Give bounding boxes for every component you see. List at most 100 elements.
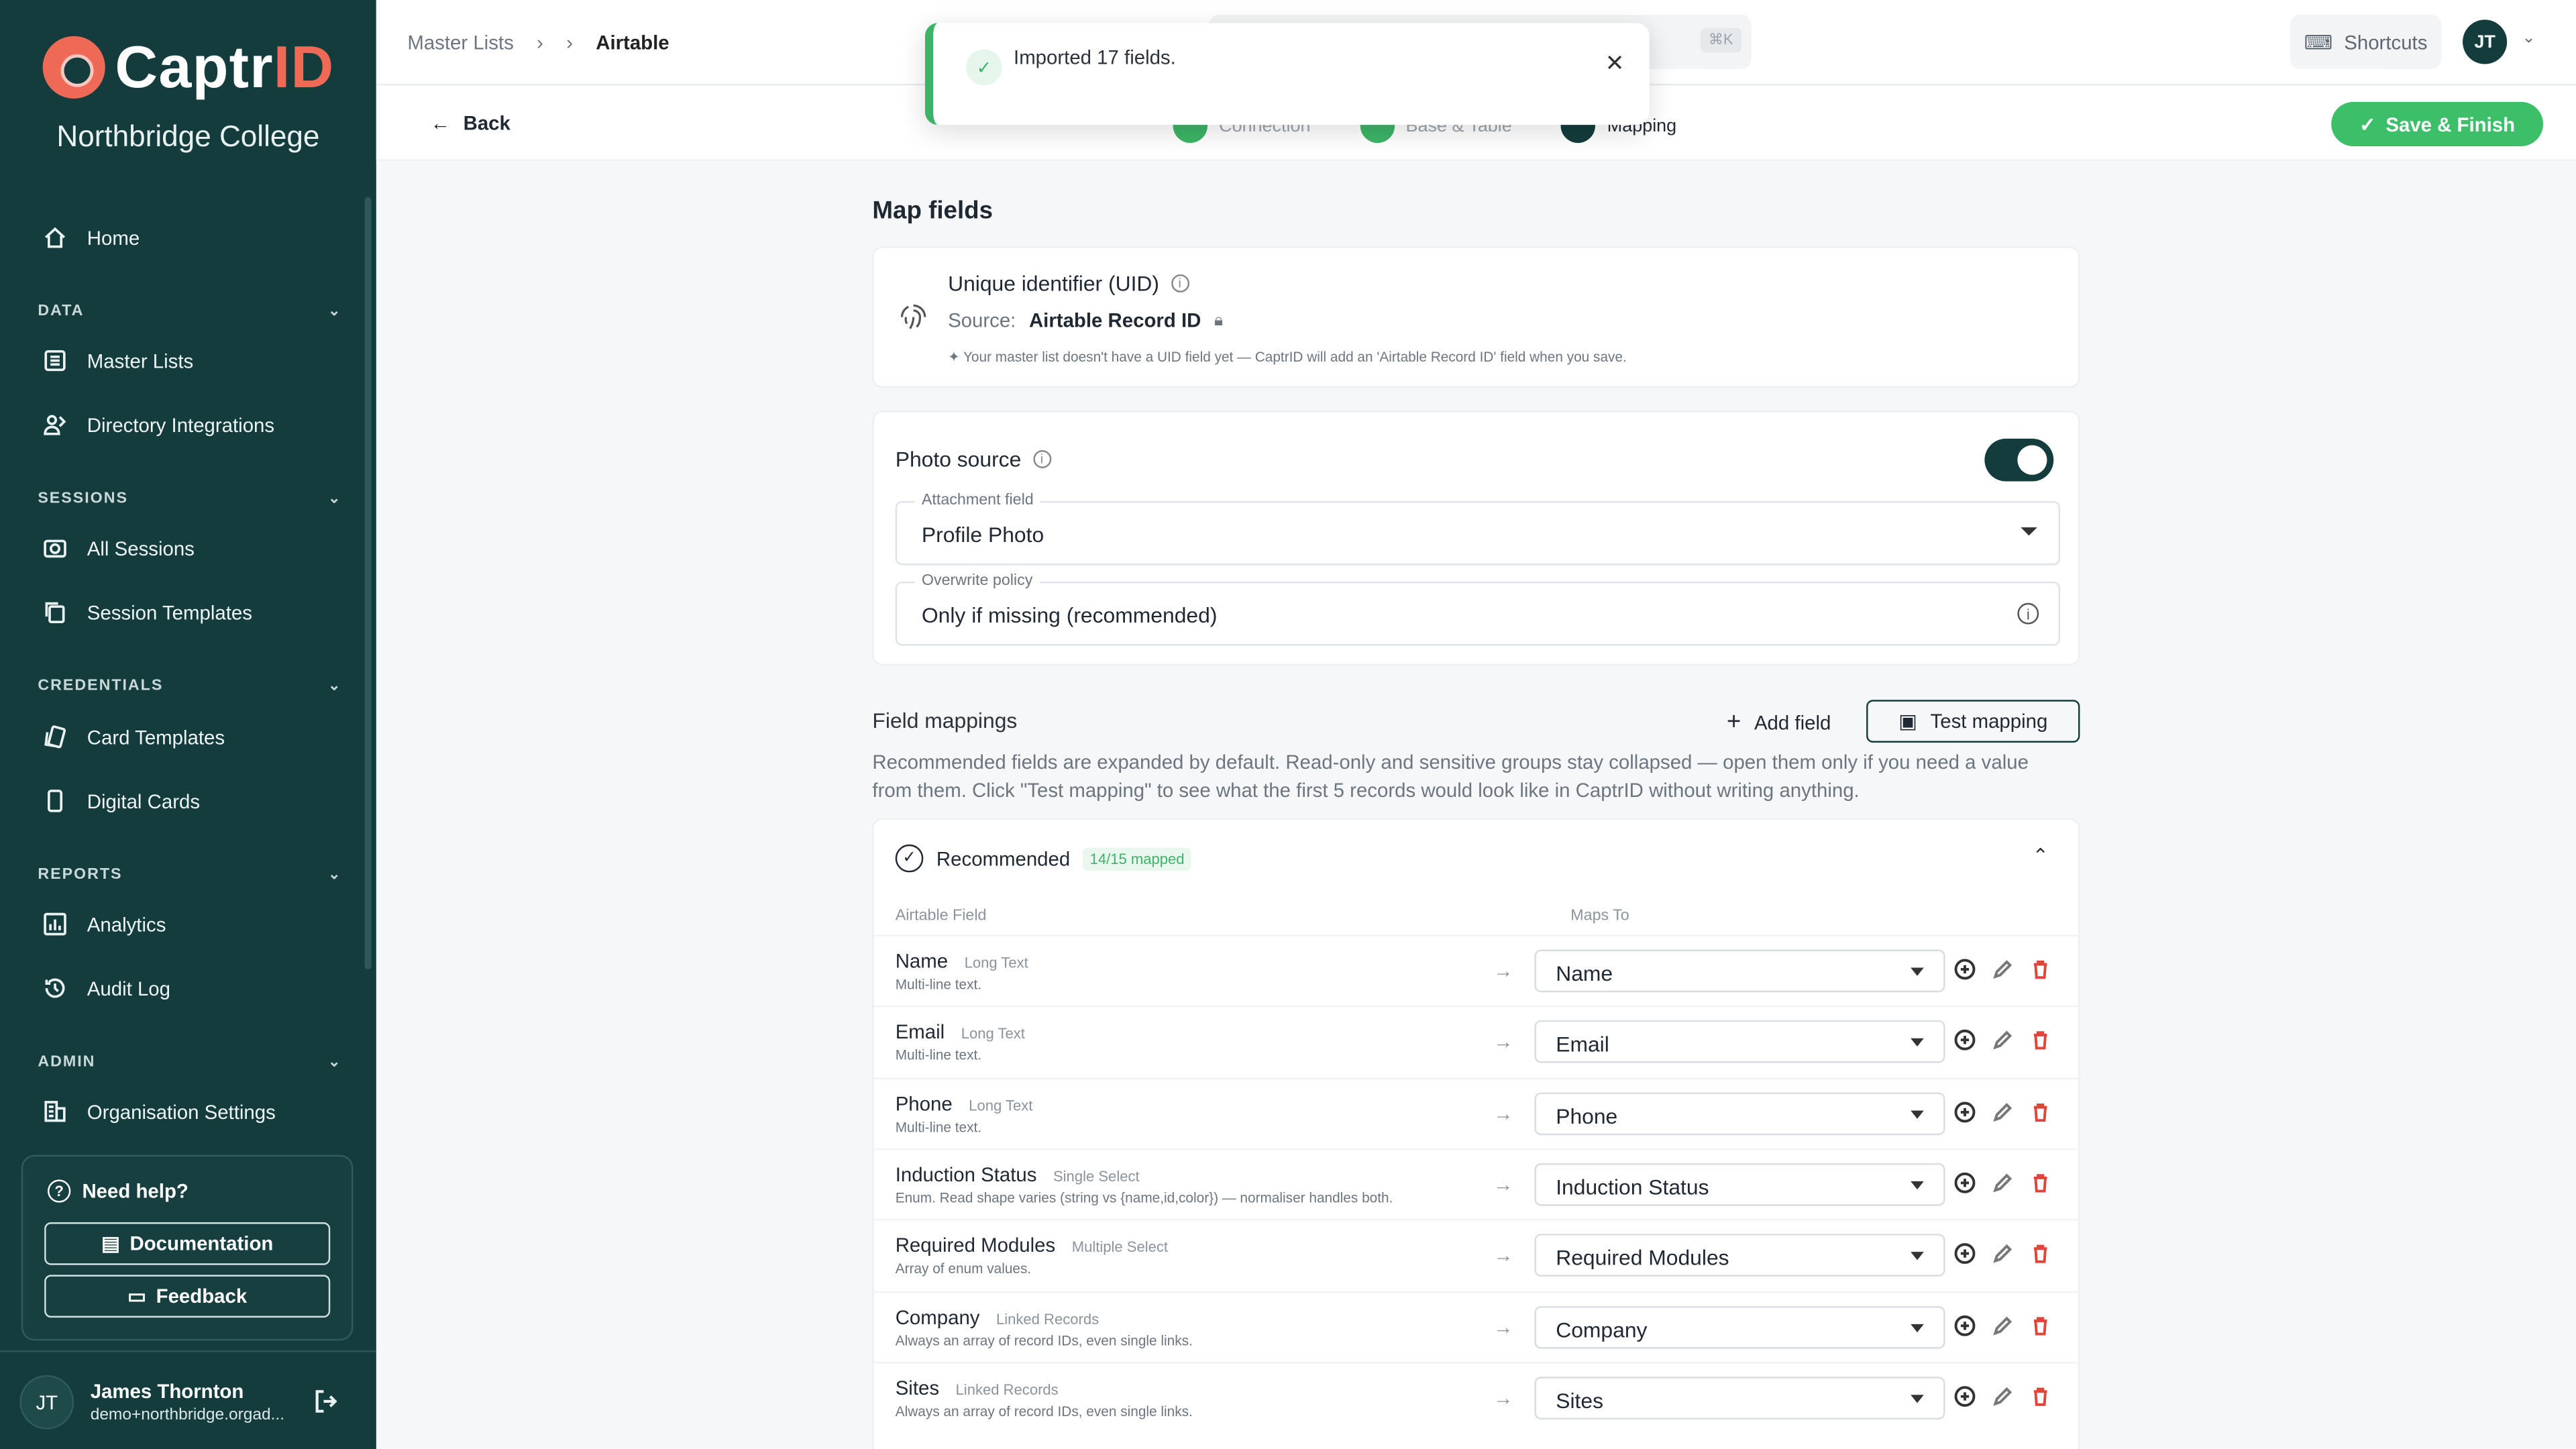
maps-to-value: Induction Status xyxy=(1556,1174,1709,1199)
avatar[interactable]: JT xyxy=(2463,19,2508,64)
maps-to-value: Required Modules xyxy=(1556,1245,1729,1271)
section-reports[interactable]: REPORTS ⌄ xyxy=(38,866,341,884)
captrid-logo[interactable]: CaptrID xyxy=(42,32,335,102)
table-row: Phone Long Text Multi-line text. → Phone xyxy=(873,1077,2082,1148)
section-title: ADMIN xyxy=(38,1053,96,1071)
edit-icon[interactable] xyxy=(1991,1242,2014,1265)
edit-icon[interactable] xyxy=(1991,1385,2014,1407)
feedback-button[interactable]: ▭ Feedback xyxy=(44,1275,331,1318)
sidebar-item-card-templates[interactable]: Card Templates xyxy=(43,724,225,749)
toast-message: Imported 17 fields. xyxy=(1014,46,1176,69)
maps-to-select[interactable]: Company xyxy=(1534,1305,1945,1348)
field-value: Only if missing (recommended) xyxy=(921,602,1218,628)
home-icon xyxy=(45,227,66,248)
edit-icon[interactable] xyxy=(1991,958,2014,981)
add-circle-icon[interactable] xyxy=(1953,1242,1976,1265)
help-circle-icon: ? xyxy=(48,1179,71,1203)
sidebar-item-label: All Sessions xyxy=(87,536,195,559)
recommended-group-header[interactable]: ✓ Recommended 14/15 mapped xyxy=(895,844,1191,873)
add-circle-icon[interactable] xyxy=(1953,1313,1976,1336)
field-value: Profile Photo xyxy=(921,522,1044,547)
delete-icon[interactable] xyxy=(2029,1385,2052,1407)
arrow-right-icon: → xyxy=(1493,1173,1513,1196)
sidebar-item-home[interactable]: Home xyxy=(43,225,140,250)
documentation-button[interactable]: ▤ Documentation xyxy=(44,1222,331,1265)
delete-icon[interactable] xyxy=(2029,1242,2052,1265)
add-circle-icon[interactable] xyxy=(1953,1385,1976,1407)
caret-down-icon xyxy=(1911,1038,1924,1047)
back-button[interactable]: ← Back xyxy=(431,112,511,135)
info-icon[interactable]: i xyxy=(1032,450,1051,468)
sidebar-item-label: Organisation Settings xyxy=(87,1099,276,1123)
sidebar-item-label: Home xyxy=(87,225,140,250)
logo-text-prefix: Captr xyxy=(115,32,274,101)
maps-to-select[interactable]: Name xyxy=(1534,949,1945,993)
maps-to-select[interactable]: Required Modules xyxy=(1534,1234,1945,1277)
table-row: Company Linked Records Always an array of … xyxy=(873,1290,2082,1361)
sidebar-item-session-templates[interactable]: Session Templates xyxy=(43,600,252,625)
save-finish-button[interactable]: ✓ Save & Finish xyxy=(2331,101,2544,146)
maps-to-select[interactable]: Email xyxy=(1534,1020,1945,1064)
photo-source-card: Photo source i Attachment field Profile P… xyxy=(872,411,2080,665)
sidebar-item-all-sessions[interactable]: All Sessions xyxy=(43,535,195,560)
test-mapping-label: Test mapping xyxy=(1930,709,2048,733)
sidebar-item-digital-cards[interactable]: Digital Cards xyxy=(43,789,200,814)
info-icon[interactable]: i xyxy=(2017,602,2039,625)
edit-icon[interactable] xyxy=(1991,1029,2014,1052)
back-label: Back xyxy=(463,111,511,135)
caret-down-icon xyxy=(1911,1252,1924,1260)
sidebar-item-label: Session Templates xyxy=(87,600,252,624)
maps-to-select[interactable]: Induction Status xyxy=(1534,1163,1945,1206)
arrow-right-icon: → xyxy=(1493,1315,1513,1338)
section-sessions[interactable]: SESSIONS ⌄ xyxy=(38,490,341,508)
sidebar-scrollbar[interactable] xyxy=(364,197,372,969)
edit-icon[interactable] xyxy=(1991,1171,2014,1194)
close-icon[interactable]: ✕ xyxy=(1605,49,1625,77)
section-data[interactable]: DATA ⌄ xyxy=(38,303,341,321)
edit-icon[interactable] xyxy=(1991,1100,2014,1123)
sidebar-item-master-lists[interactable]: Master Lists xyxy=(43,348,193,373)
info-icon[interactable]: i xyxy=(1171,274,1189,292)
section-title: CREDENTIALS xyxy=(38,676,164,695)
add-circle-icon[interactable] xyxy=(1953,1100,1976,1123)
sidebar-item-analytics[interactable]: Analytics xyxy=(43,912,166,936)
table-row: Induction Status Single Select Enum. Read … xyxy=(873,1148,2082,1219)
maps-to-select[interactable]: Sites xyxy=(1534,1376,1945,1419)
building-icon xyxy=(44,1101,66,1122)
table-row: Required Modules Multiple Select Array of … xyxy=(873,1219,2082,1290)
add-circle-icon[interactable] xyxy=(1953,1171,1976,1194)
airtable-field-name: Email xyxy=(895,1020,945,1044)
delete-icon[interactable] xyxy=(2029,1171,2052,1194)
sidebar-item-directory-integrations[interactable]: Directory Integrations xyxy=(43,413,274,437)
chevron-up-icon[interactable]: ⌃ xyxy=(2032,845,2049,867)
chevron-down-icon[interactable]: ⌄ xyxy=(2522,30,2536,48)
photo-source-toggle[interactable] xyxy=(1984,438,2054,482)
add-circle-icon[interactable] xyxy=(1953,958,1976,981)
overwrite-policy-select[interactable]: Overwrite policy Only if missing (recomm… xyxy=(895,572,2061,646)
add-field-button[interactable]: + Add field xyxy=(1727,708,1831,737)
edit-icon[interactable] xyxy=(1991,1313,2014,1336)
attachment-field-select[interactable]: Attachment field Profile Photo xyxy=(895,491,2061,566)
delete-icon[interactable] xyxy=(2029,958,2052,981)
field-type-label: Multiple Select xyxy=(1071,1239,1169,1256)
logout-icon[interactable] xyxy=(312,1388,338,1414)
maps-to-select[interactable]: Phone xyxy=(1534,1091,1945,1135)
add-circle-icon[interactable] xyxy=(1953,1029,1976,1052)
breadcrumb-master-lists[interactable]: Master Lists xyxy=(407,32,513,54)
sidebar-item-organisation-settings[interactable]: Organisation Settings xyxy=(43,1099,276,1124)
shortcuts-label: Shortcuts xyxy=(2344,30,2428,54)
section-admin[interactable]: ADMIN ⌄ xyxy=(38,1053,341,1071)
sidebar-item-audit-log[interactable]: Audit Log xyxy=(43,976,170,1001)
shortcuts-button[interactable]: ⌨ Shortcuts xyxy=(2290,15,2442,69)
field-description: Multi-line text. xyxy=(895,1046,982,1064)
test-mapping-button[interactable]: ▣ Test mapping xyxy=(1866,700,2080,743)
uid-source-value: Airtable Record ID xyxy=(1028,309,1201,332)
delete-icon[interactable] xyxy=(2029,1029,2052,1052)
delete-icon[interactable] xyxy=(2029,1313,2052,1336)
breadcrumb-current: Airtable xyxy=(596,31,669,54)
preview-icon: ▣ xyxy=(1898,709,1917,733)
avatar[interactable]: JT xyxy=(19,1375,74,1430)
section-credentials[interactable]: CREDENTIALS ⌄ xyxy=(38,677,341,695)
maps-to-value: Name xyxy=(1556,961,1613,986)
delete-icon[interactable] xyxy=(2029,1100,2052,1123)
